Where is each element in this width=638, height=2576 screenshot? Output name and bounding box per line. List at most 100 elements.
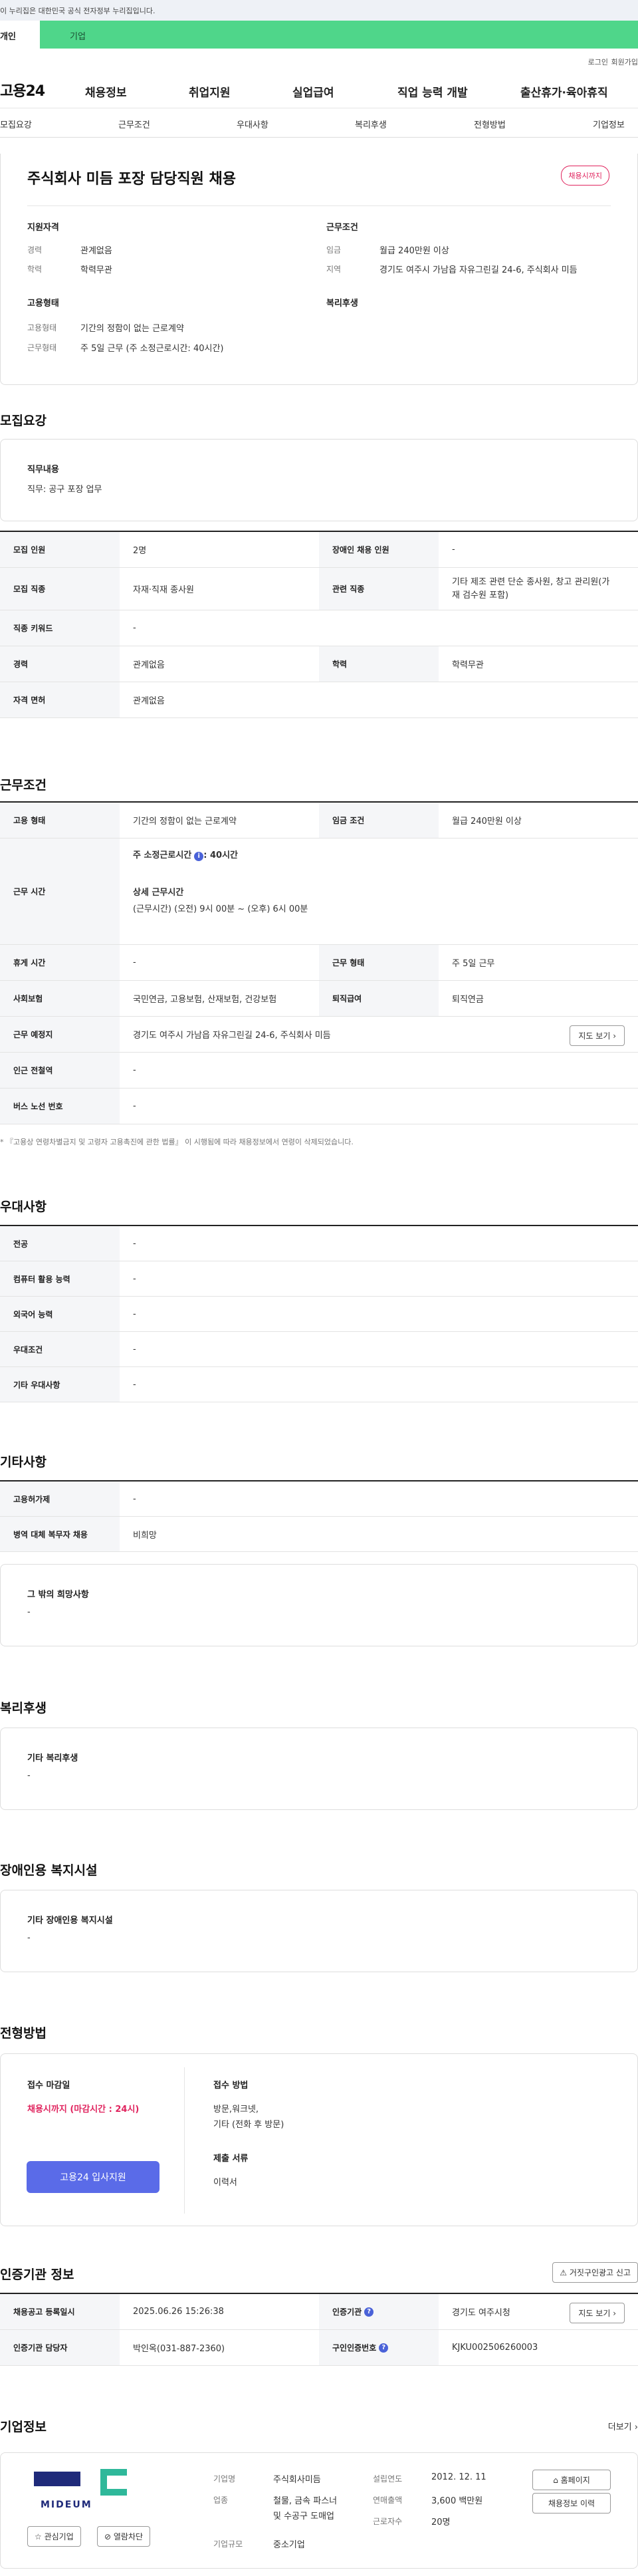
- snb-recruit[interactable]: 모집요강: [0, 118, 32, 130]
- site-logo[interactable]: 고용24: [0, 79, 45, 100]
- report-button[interactable]: ⚠ 거짓구인광고 신고: [552, 2262, 638, 2283]
- table-row: 직종 키워드 -: [0, 610, 638, 646]
- agency-org-label: 인증기관: [332, 2307, 362, 2317]
- gnb-menu-employment-support[interactable]: 취업지원: [189, 83, 231, 100]
- table-row: 우대조건 -: [0, 1332, 638, 1367]
- table-cell: 관계없음: [133, 696, 165, 706]
- etc-wish-value: -: [27, 1607, 31, 1617]
- job-summary-card: 주식회사 미듬 포장 담당직원 채용 채용시까지 지원자격 경력 관계없음 학력…: [0, 154, 638, 385]
- scale-value: 중소기업: [273, 2540, 305, 2550]
- table-row: 모집 직종 자재·직재 종사원 관련 직종 기타 제조 관련 단순 종사원, 창…: [0, 568, 638, 610]
- duty-box: 직무내용 직무: 공구 포장 업무: [0, 439, 638, 521]
- snb-selection[interactable]: 전형방법: [474, 118, 506, 130]
- industry-label: 업종: [213, 2496, 229, 2505]
- table-header: 자격 면허: [0, 682, 120, 717]
- history-button[interactable]: 채용정보 이력: [532, 2493, 611, 2513]
- table-cell: 경기도 여주시청: [452, 2308, 510, 2318]
- table-header: 임금 조건: [319, 803, 439, 838]
- qual-value: 학력무관: [80, 265, 112, 275]
- block-icon: ⊘: [104, 2532, 112, 2541]
- join-link[interactable]: 회원가입: [611, 57, 638, 67]
- qual-label: 학력: [27, 265, 43, 274]
- report-label: 거짓구인광고 신고: [569, 2268, 631, 2277]
- cond-value: 월급 240만원 이상: [379, 246, 449, 256]
- table-cell: 2025.06.26 15:26:38: [133, 2307, 224, 2317]
- table-row: 전공 -: [0, 1226, 638, 1261]
- selection-box: 접수 마감일 채용시까지 (마감시간 : 24시) 접수 방법 방문,워크넷, …: [0, 2053, 638, 2226]
- scale-label: 기업규모: [213, 2539, 243, 2549]
- agency-map-button[interactable]: 지도 보기 ›: [570, 2303, 625, 2323]
- method-value-2: 기타 (전화 후 방문): [213, 2120, 284, 2130]
- table-row: 외국어 능력 -: [0, 1297, 638, 1332]
- conditions-heading: 근무조건: [326, 223, 358, 233]
- info-icon[interactable]: ?: [379, 2343, 389, 2353]
- table-cell: KJKU002506260003: [452, 2343, 538, 2353]
- tab-personal[interactable]: 개인: [0, 21, 40, 49]
- gnb-menu-jobs[interactable]: 채용정보: [85, 83, 127, 100]
- snb-prefer[interactable]: 우대사항: [237, 118, 268, 130]
- table-row: 컴퓨터 활용 능력 -: [0, 1261, 638, 1297]
- homepage-button[interactable]: ⌂ 홈페이지: [532, 2470, 611, 2490]
- gnb-menu-parental-leave[interactable]: 출산휴가·육아휴직: [520, 83, 608, 100]
- divider: [184, 2067, 185, 2214]
- company-section-title: 기업정보: [0, 2420, 47, 2434]
- prefer-section-title: 우대사항: [0, 1200, 47, 1214]
- table-row: 사회보험 국민연금, 고용보험, 산재보험, 건강보험 퇴직급여 퇴직연금: [0, 981, 638, 1017]
- info-icon[interactable]: ?: [364, 2307, 374, 2317]
- gov-banner: 이 누리집은 대한민국 공식 전자정부 누리집입니다.: [0, 0, 638, 21]
- login-link[interactable]: 로그인: [588, 57, 608, 67]
- table-header: 인증기관?: [319, 2294, 439, 2329]
- global-nav: 고용24 채용정보 취업지원 실업급여 직업 능력 개발 출산휴가·육아휴직: [0, 68, 638, 108]
- related-line-2: 재 검수원 포함): [452, 590, 509, 600]
- tab-company[interactable]: 기업: [40, 21, 638, 49]
- table-header: 인근 전철역: [0, 1053, 120, 1088]
- snb-company[interactable]: 기업정보: [593, 118, 625, 130]
- table-header: 관련 직종: [319, 568, 439, 610]
- gnb-menu-unemployment-benefit[interactable]: 실업급여: [292, 83, 334, 100]
- table-header: 근무 시간: [0, 838, 120, 944]
- weekly-hours: 주 소정근로시간 i: 40시간: [133, 848, 638, 861]
- gnb-menu-skill-development[interactable]: 직업 능력 개발: [397, 83, 468, 100]
- table-row: 인근 전철역 -: [0, 1053, 638, 1089]
- table-cell: -: [133, 1238, 136, 1249]
- section-nav: 모집요강 근무조건 우대사항 복리후생 전형방법 기업정보: [0, 108, 638, 138]
- table-header: 직종 키워드: [0, 610, 120, 646]
- recruit-table: 모집 인원 2명 장애인 채용 인원 - 모집 직종 자재·직재 종사원 관련 …: [0, 531, 638, 718]
- qual-value: 관계없음: [80, 246, 112, 256]
- table-header: 고용허가제: [0, 1481, 120, 1516]
- table-row: 기타 우대사항 -: [0, 1367, 638, 1402]
- snb-welfare[interactable]: 복리후생: [355, 118, 387, 130]
- star-icon: ☆: [35, 2532, 42, 2541]
- history-label: 채용정보 이력: [548, 2499, 595, 2508]
- job-title: 주식회사 미듬 포장 담당직원 채용: [27, 171, 236, 188]
- block-button[interactable]: ⊘ 열람차단: [97, 2526, 151, 2547]
- table-row: 버스 노선 번호 -: [0, 1089, 638, 1124]
- snb-work[interactable]: 근무조건: [118, 118, 150, 130]
- table-header: 근무 예정지: [0, 1017, 120, 1052]
- more-link[interactable]: 더보기 ›: [608, 2420, 638, 2432]
- table-cell: -: [133, 1309, 136, 1319]
- qualification-heading: 지원자격: [27, 223, 59, 233]
- emp-label: 고용형태: [27, 323, 57, 332]
- founded-label: 설립연도: [373, 2474, 403, 2484]
- table-row: 모집 인원 2명 장애인 채용 인원 -: [0, 532, 638, 568]
- table-cell: 월급 240만원 이상: [452, 817, 522, 827]
- map-button[interactable]: 지도 보기 ›: [570, 1025, 625, 1046]
- table-cell: 경기도 여주시 가남읍 자유그린길 24-6, 주식회사 미듬: [133, 1031, 331, 1041]
- table-row: 근무 시간 주 소정근로시간 i: 40시간 상세 근무시간 (근무시간) (오전…: [0, 838, 638, 945]
- logo-block: [34, 2472, 80, 2486]
- table-header: 채용공고 등록일시: [0, 2294, 120, 2329]
- duty-value: 직무: 공구 포장 업무: [27, 485, 102, 495]
- favorite-button[interactable]: ☆ 관심기업: [27, 2526, 81, 2547]
- info-icon[interactable]: i: [194, 852, 204, 861]
- table-header: 사회보험: [0, 981, 120, 1016]
- table-header: 퇴직급여: [319, 981, 439, 1016]
- apply-button[interactable]: 고용24 입사지원: [27, 2161, 160, 2193]
- table-cell: 주 5일 근무: [452, 959, 495, 969]
- table-cell: 관계없음: [133, 660, 165, 670]
- deadline-value: 채용시까지 (마감시간 : 24시): [27, 2105, 140, 2115]
- qual-label: 경력: [27, 245, 43, 255]
- welfare-box: 기타 복리후생 -: [0, 1728, 638, 1810]
- cond-value: 경기도 여주시 가남읍 자유그린길 24-6, 주식회사 미듬: [379, 265, 578, 275]
- method-value-1: 방문,워크넷,: [213, 2105, 259, 2115]
